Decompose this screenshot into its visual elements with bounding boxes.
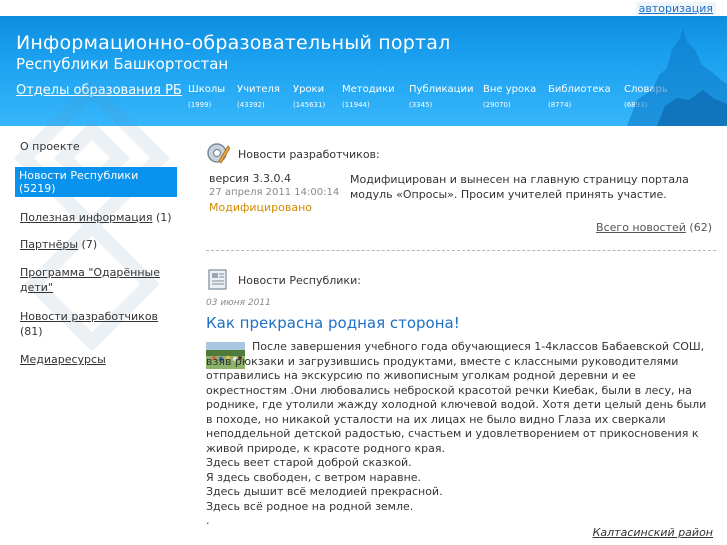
sidebar-item-useful-info[interactable]: Полезная информация (1) (20, 211, 177, 224)
top-bar: авторизация (0, 0, 727, 16)
newspaper-icon (208, 269, 227, 290)
developer-news-header: Новости разработчиков: (206, 136, 716, 166)
menu-item-schools[interactable]: Школы (1999) (188, 84, 225, 109)
sidebar-item-partners[interactable]: Партнёры (7) (20, 238, 177, 251)
article-title[interactable]: Как прекрасна родная сторона! (206, 314, 460, 332)
poem-line: Я здесь свободен, с ветром наравне. (206, 470, 422, 484)
sidebar-item-media[interactable]: Медиаресурсы (20, 353, 177, 366)
republic-news-title: Новости Республики: (238, 274, 361, 287)
sidebar-item-about[interactable]: О проекте (20, 140, 177, 153)
menu-item-lessons[interactable]: Уроки (145631) (293, 84, 325, 109)
menu-item-methods[interactable]: Методики (11944) (342, 84, 395, 109)
article-paragraph: После завершения учебного года обучающие… (206, 340, 707, 455)
news-version: версия 3.3.0.4 (209, 172, 292, 185)
divider (206, 250, 716, 251)
news-description: Модифицирован и вынесен на главную стран… (350, 173, 689, 201)
settings-pencil-icon (207, 143, 230, 164)
main-content: Новости разработчиков: версия 3.3.0.4 27… (206, 136, 716, 539)
sidebar-item-gifted-children[interactable]: Программа "Одарённые дети" (20, 265, 170, 295)
region-link[interactable]: Калтасинский район (593, 526, 713, 539)
menu-item-publications[interactable]: Публикации (3345) (409, 84, 473, 109)
developer-news-title: Новости разработчиков: (238, 148, 380, 161)
poem-line: Здесь дышит всё мелодией прекрасной. (206, 485, 443, 498)
news-timestamp: 27 апреля 2011 14:00:14 (209, 187, 340, 198)
menu-item-teachers[interactable]: Учителя (43392) (237, 84, 280, 109)
all-news-link[interactable]: Всего новостей (62) (596, 221, 712, 234)
site-title: Информационно-образовательный портал (16, 32, 451, 54)
sidebar: О проекте Новости Республики (5219) Полез… (15, 140, 177, 380)
article-date: 03 июня 2011 (206, 298, 271, 308)
menu-item-extracurricular[interactable]: Вне урока (29070) (483, 84, 536, 109)
auth-link[interactable]: авторизация (635, 2, 716, 15)
poem-line: Здесь всё родное на родной земле. (206, 499, 414, 513)
monument-silhouette (627, 28, 727, 126)
sidebar-item-republic-news[interactable]: Новости Республики (5219) (15, 167, 177, 197)
republic-news-header: Новости Республики: (206, 262, 716, 292)
news-status: Модифицировано (209, 201, 313, 214)
developer-news-item: версия 3.3.0.4 27 апреля 2011 14:00:14 М… (206, 166, 716, 222)
poem-line: Здесь веет старой доброй сказкой. (206, 456, 412, 469)
article-body: После завершения учебного года обучающие… (206, 340, 713, 529)
sidebar-item-developer-news[interactable]: Новости разработчиков (81) (20, 309, 177, 339)
menu-item-library[interactable]: Библиотека (8774) (548, 84, 611, 109)
